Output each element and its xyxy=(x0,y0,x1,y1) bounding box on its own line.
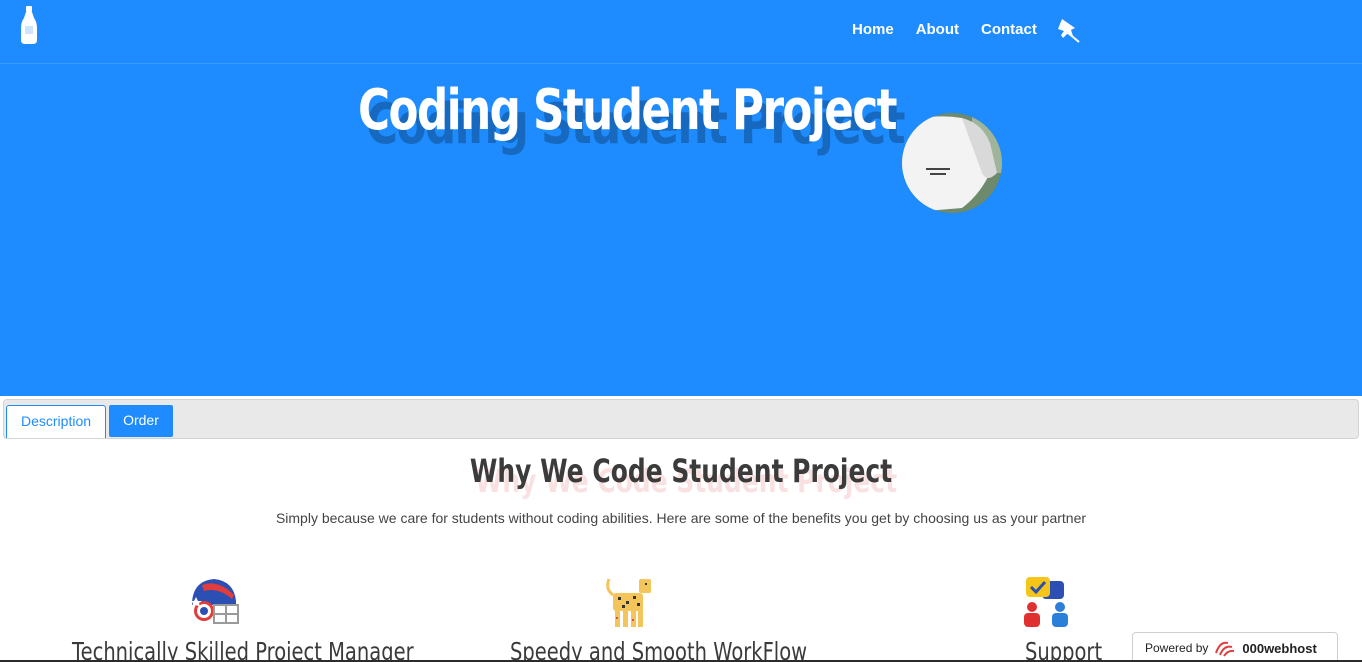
hero-header: Home About Contact Coding Student Projec… xyxy=(0,0,1362,396)
nav-links: Home About Contact xyxy=(852,16,1081,44)
powered-by-badge[interactable]: Powered by 000webhost xyxy=(1132,632,1338,662)
feature-title: Technically Skilled Project Manager xyxy=(72,637,414,662)
webhost-brand: 000webhost xyxy=(1242,640,1317,656)
hero-title: Coding Student Project xyxy=(358,78,898,143)
hero-title-group: Coding Student Project Coding Student Pr… xyxy=(358,78,918,168)
section-title: Why We Code Student Project xyxy=(469,452,893,490)
tab-order[interactable]: Order xyxy=(109,405,173,437)
section-heading: Why We Code Student Project Why We Code … xyxy=(0,452,1362,502)
navbar: Home About Contact xyxy=(0,0,1362,64)
nav-contact-link[interactable]: Contact xyxy=(981,21,1037,39)
cheetah-icon xyxy=(606,578,651,627)
webhost-logo-icon xyxy=(1215,641,1235,657)
pin-icon[interactable] xyxy=(1053,16,1081,44)
powered-by-label: Powered by xyxy=(1145,641,1209,655)
helmet-icon xyxy=(190,579,239,624)
profile-avatar xyxy=(902,113,1002,213)
nav-home-link[interactable]: Home xyxy=(852,21,894,39)
bottle-logo-icon[interactable] xyxy=(20,6,38,44)
support-chat-icon xyxy=(1024,577,1068,627)
feature-title: Support xyxy=(1025,637,1103,662)
feature-title: Speedy and Smooth WorkFlow xyxy=(510,637,808,662)
tab-description[interactable]: Description xyxy=(6,405,106,438)
tab-bar: Description Order xyxy=(3,399,1359,439)
section-subtitle: Simply because we care for students with… xyxy=(275,510,1087,526)
nav-about-link[interactable]: About xyxy=(916,21,959,39)
